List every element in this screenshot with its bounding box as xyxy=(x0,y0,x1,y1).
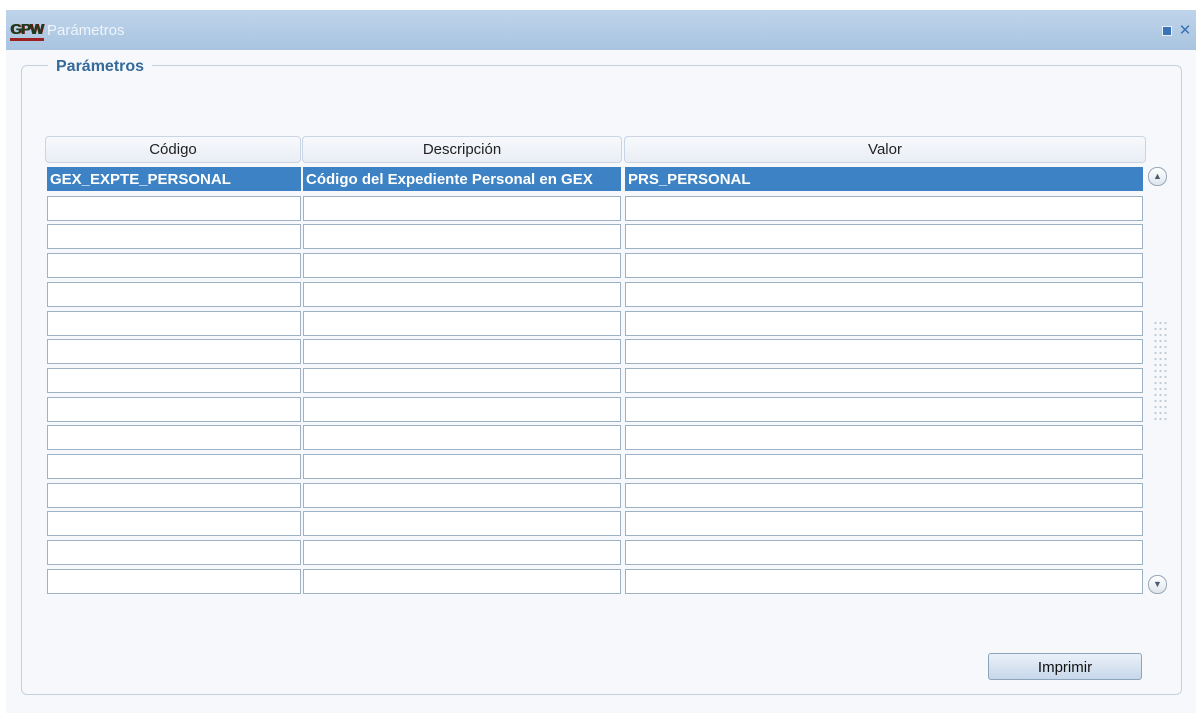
cell-valor[interactable] xyxy=(625,569,1143,594)
cell-codigo[interactable] xyxy=(47,282,301,307)
cell-valor[interactable] xyxy=(625,311,1143,336)
cell-codigo[interactable] xyxy=(47,569,301,594)
cell-codigo[interactable] xyxy=(47,339,301,364)
column-header-descripcion: Descripción xyxy=(302,136,622,163)
cell-valor[interactable] xyxy=(625,397,1143,422)
cell-valor[interactable] xyxy=(625,339,1143,364)
cell-valor[interactable]: PRS_PERSONAL xyxy=(625,167,1143,191)
cell-descripcion[interactable] xyxy=(303,224,621,249)
cell-descripcion[interactable] xyxy=(303,368,621,393)
cell-valor[interactable] xyxy=(625,511,1143,536)
cell-descripcion[interactable] xyxy=(303,511,621,536)
cell-codigo[interactable] xyxy=(47,196,301,221)
cell-descripcion[interactable]: Código del Expediente Personal en GEX xyxy=(303,167,621,191)
group-legend: Parámetros xyxy=(48,58,153,76)
close-icon[interactable]: ✕ xyxy=(1178,23,1192,38)
cell-descripcion[interactable] xyxy=(303,311,621,336)
cell-codigo[interactable] xyxy=(47,368,301,393)
title-bar: GPW Parámetros ✕ xyxy=(6,10,1196,50)
cell-valor[interactable] xyxy=(625,253,1143,278)
cell-descripcion[interactable] xyxy=(303,483,621,508)
cell-valor[interactable] xyxy=(625,454,1143,479)
window-title: Parámetros xyxy=(47,22,125,39)
app-logo: GPW xyxy=(10,21,46,41)
cell-valor[interactable] xyxy=(625,196,1143,221)
cell-codigo[interactable] xyxy=(47,454,301,479)
cell-valor[interactable] xyxy=(625,483,1143,508)
cell-descripcion[interactable] xyxy=(303,339,621,364)
cell-codigo[interactable] xyxy=(47,540,301,565)
cell-descripcion[interactable] xyxy=(303,196,621,221)
scroll-down-icon[interactable]: ▼ xyxy=(1148,575,1167,594)
cell-valor[interactable] xyxy=(625,540,1143,565)
cell-valor[interactable] xyxy=(625,224,1143,249)
cell-codigo[interactable]: GEX_EXPTE_PERSONAL xyxy=(47,167,301,191)
cell-codigo[interactable] xyxy=(47,224,301,249)
cell-codigo[interactable] xyxy=(47,253,301,278)
print-button[interactable]: Imprimir xyxy=(988,653,1142,680)
cell-descripcion[interactable] xyxy=(303,282,621,307)
cell-valor[interactable] xyxy=(625,368,1143,393)
cell-codigo[interactable] xyxy=(47,397,301,422)
cell-codigo[interactable] xyxy=(47,483,301,508)
cell-valor[interactable] xyxy=(625,425,1143,450)
scroll-grip xyxy=(1153,320,1167,424)
cell-valor[interactable] xyxy=(625,282,1143,307)
cell-codigo[interactable] xyxy=(47,511,301,536)
cell-codigo[interactable] xyxy=(47,311,301,336)
cell-descripcion[interactable] xyxy=(303,454,621,479)
cell-descripcion[interactable] xyxy=(303,253,621,278)
column-header-codigo: Código xyxy=(45,136,301,163)
cell-descripcion[interactable] xyxy=(303,397,621,422)
cell-descripcion[interactable] xyxy=(303,425,621,450)
app-logo-text: GPW xyxy=(10,21,44,38)
minimize-icon[interactable] xyxy=(1160,24,1174,38)
cell-descripcion[interactable] xyxy=(303,540,621,565)
scroll-up-icon[interactable]: ▲ xyxy=(1148,167,1167,186)
cell-codigo[interactable] xyxy=(47,425,301,450)
cell-descripcion[interactable] xyxy=(303,569,621,594)
column-header-valor: Valor xyxy=(624,136,1146,163)
